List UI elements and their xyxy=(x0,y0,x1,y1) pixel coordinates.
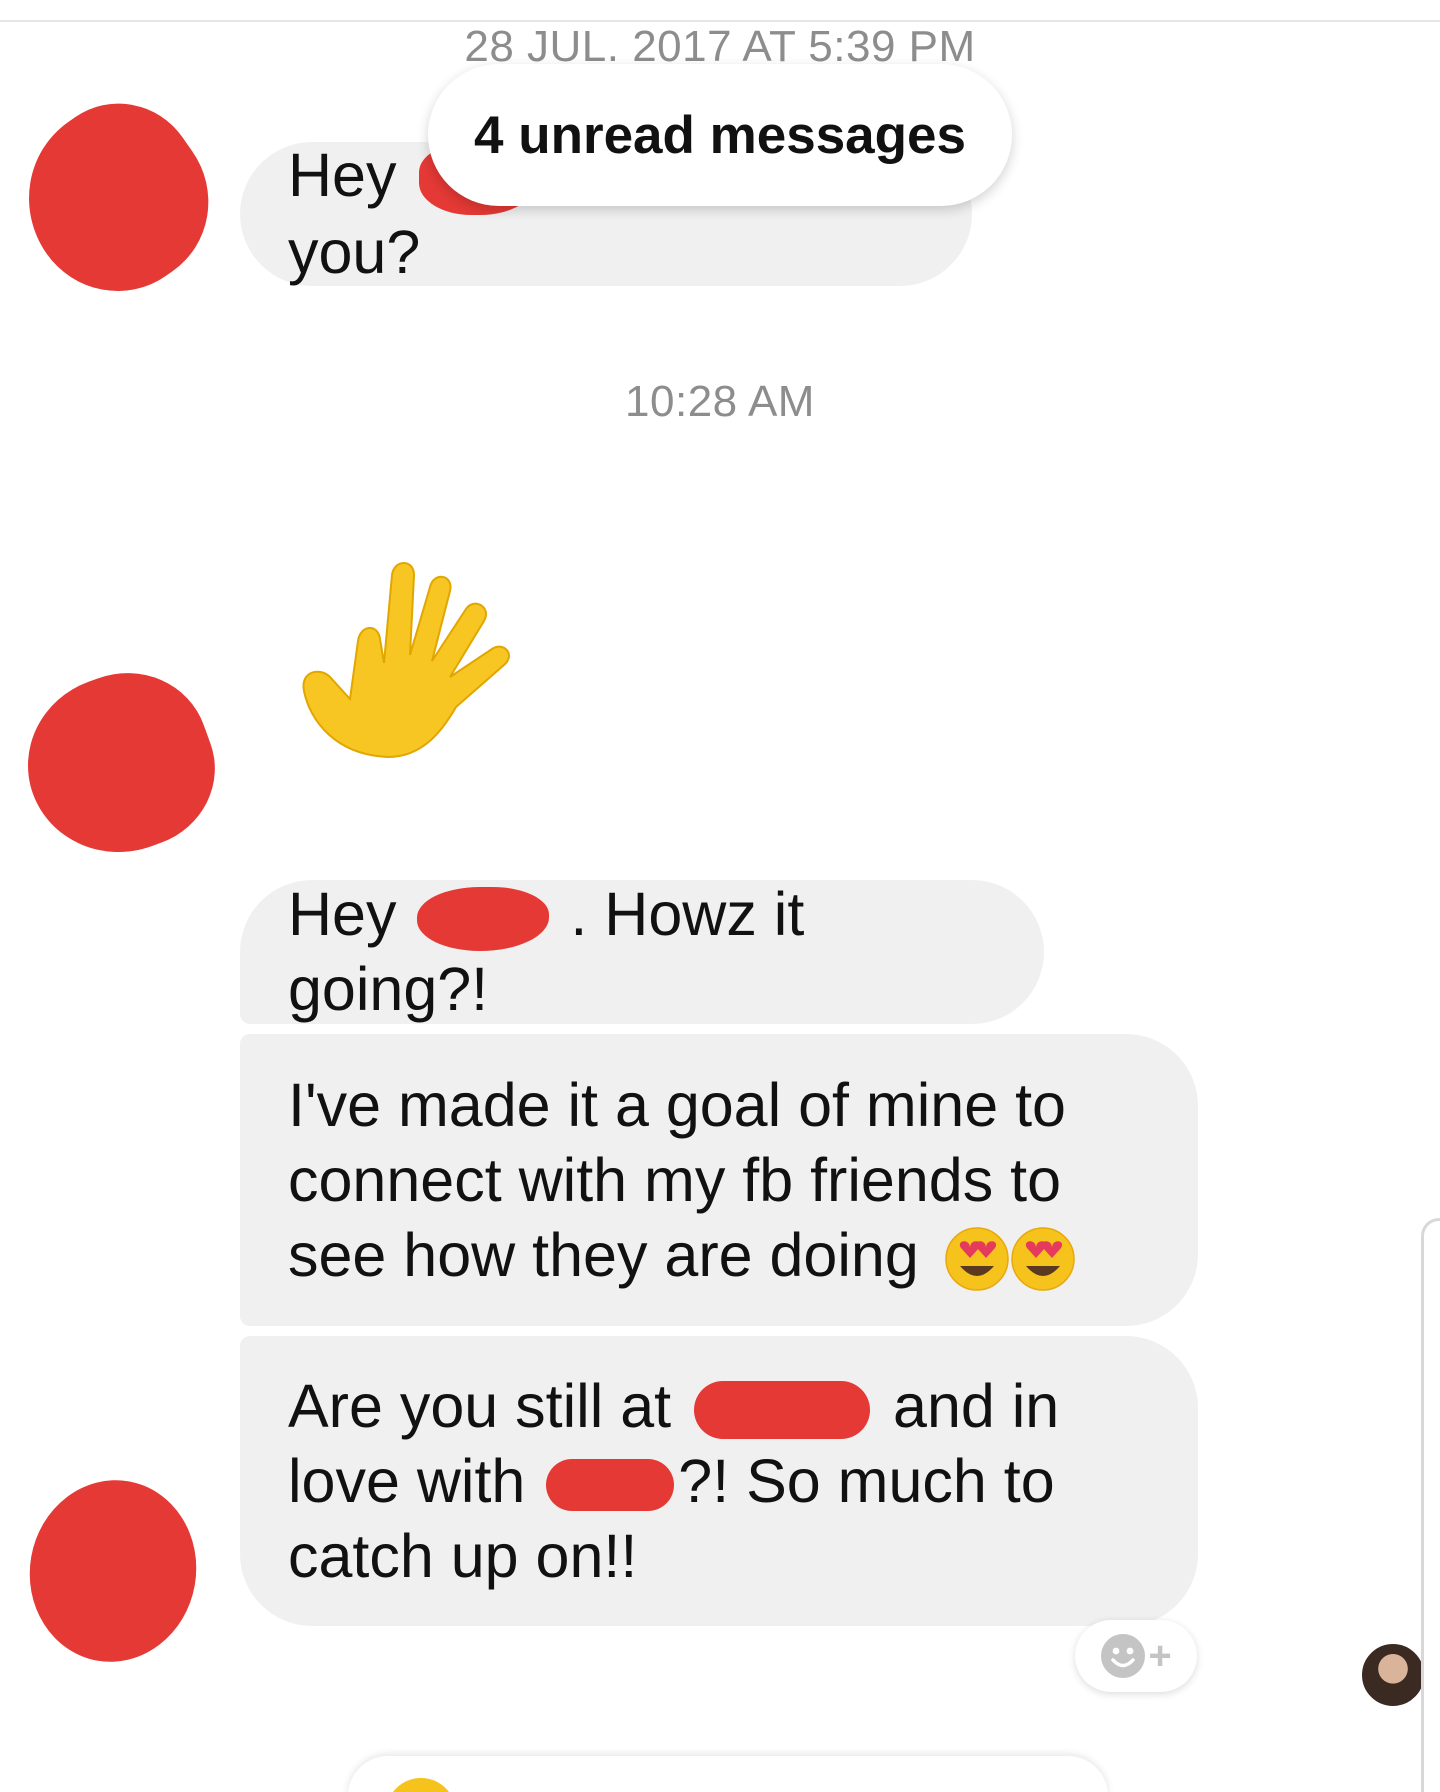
heart-eyes-emoji-pair xyxy=(944,1227,1075,1292)
plus-icon: + xyxy=(1148,1634,1172,1678)
message-bubble[interactable]: Are you still at and in love with ?! So … xyxy=(240,1336,1198,1626)
seen-avatar xyxy=(1360,1642,1426,1708)
message-text: I've made it a goal of mine to connect w… xyxy=(288,1068,1150,1293)
sender-avatar-redacted xyxy=(3,649,237,879)
add-reaction-button[interactable]: + xyxy=(1075,1620,1197,1692)
message-prefix: Hey xyxy=(288,880,397,948)
unread-messages-pill[interactable]: 4 unread messages xyxy=(428,64,1012,206)
heart-eyes-emoji xyxy=(944,1227,1009,1292)
chat-screen: 28 JUL. 2017 AT 5:39 PM 4 unread message… xyxy=(0,0,1440,1792)
message-timestamp: 10:28 AM xyxy=(625,377,815,426)
waving-hand-emoji[interactable] xyxy=(280,545,540,785)
redacted-name xyxy=(546,1459,675,1512)
emoji-peek-icon xyxy=(386,1778,456,1792)
bottom-bubble-peek xyxy=(348,1756,1108,1792)
scroll-handle[interactable] xyxy=(1421,1218,1440,1792)
heart-eyes-emoji xyxy=(1010,1227,1075,1292)
redacted-name xyxy=(417,886,550,951)
message-text: Are you still at and in love with ?! So … xyxy=(288,1369,1150,1594)
message-bubble[interactable]: I've made it a goal of mine to connect w… xyxy=(240,1034,1198,1326)
message-part: Are you still at xyxy=(288,1371,672,1440)
sender-avatar-redacted xyxy=(15,1466,211,1676)
smiley-icon xyxy=(1101,1634,1146,1678)
message-prefix: Hey xyxy=(288,140,397,209)
sender-avatar-redacted xyxy=(0,73,243,325)
message-bubble[interactable]: Hey . Howz it going?! xyxy=(240,880,1044,1024)
redacted-place xyxy=(694,1381,871,1440)
message-text: Hey . Howz it going?! xyxy=(288,877,996,1027)
